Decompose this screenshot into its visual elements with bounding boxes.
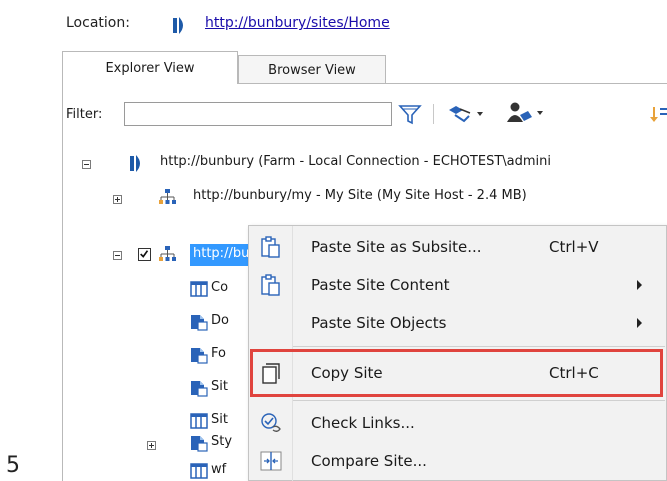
toolbar-separator (433, 104, 434, 124)
tab-label: Browser View (268, 62, 356, 78)
filter-input[interactable] (124, 102, 392, 126)
checkmark-icon (140, 250, 149, 258)
tree-item-my-site[interactable]: http://bunbury/my - My Site (My Site Hos… (193, 188, 527, 203)
tree-collapse-toggle[interactable] (113, 251, 122, 260)
filter-label: Filter: (66, 107, 103, 122)
list-icon (190, 413, 208, 429)
navigate-icon[interactable] (446, 102, 486, 126)
submenu-arrow-icon (637, 280, 642, 290)
menu-item-shortcut: Ctrl+V (549, 238, 599, 256)
library-icon (191, 348, 208, 364)
submenu-arrow-icon (637, 318, 642, 328)
site-checkbox[interactable] (138, 248, 151, 261)
tree-item-child[interactable]: wf (211, 462, 226, 477)
tree-item-child[interactable]: Sty (211, 434, 232, 449)
menu-item-compare-site[interactable]: Compare Site... (249, 442, 666, 480)
sort-icon[interactable] (650, 102, 667, 126)
menu-item-label: Compare Site... (311, 452, 427, 470)
paste-icon (261, 274, 280, 296)
site-icon (159, 189, 176, 204)
tree-expand-toggle[interactable] (147, 441, 156, 450)
library-icon (191, 315, 208, 331)
menu-item-paste-site-content[interactable]: Paste Site Content (249, 266, 666, 304)
menu-item-label: Paste Site as Subsite... (311, 238, 482, 256)
menu-item-label: Check Links... (311, 414, 415, 432)
menu-item-paste-site-as-subsite[interactable]: Paste Site as Subsite... Ctrl+V (249, 228, 666, 266)
highlight-annotation-box (250, 349, 663, 397)
menu-separator (293, 346, 665, 347)
tree-item-farm[interactable]: http://bunbury (Farm - Local Connection … (160, 154, 551, 169)
menu-item-check-links[interactable]: Check Links... (249, 404, 666, 442)
tree-item-child[interactable]: Do (211, 313, 229, 328)
list-icon (190, 463, 208, 479)
menu-item-paste-site-objects[interactable]: Paste Site Objects (249, 304, 666, 342)
menu-item-label: Paste Site Content (311, 276, 450, 294)
filter-funnel-icon[interactable] (397, 102, 423, 126)
location-url-link[interactable]: http://bunbury/sites/Home (205, 15, 390, 31)
tab-explorer-view[interactable]: Explorer View (62, 51, 238, 84)
library-icon (191, 381, 208, 397)
server-icon (130, 155, 140, 172)
tree-collapse-toggle[interactable] (82, 160, 91, 169)
user-search-icon[interactable] (504, 100, 546, 126)
page-corner-number: 5 (6, 453, 20, 478)
compare-icon (260, 451, 282, 471)
tab-label: Explorer View (105, 60, 195, 76)
tree-expand-toggle[interactable] (113, 195, 122, 204)
paste-icon (261, 236, 280, 258)
tab-browser-view[interactable]: Browser View (238, 55, 386, 84)
sharepoint-connection-icon (173, 17, 183, 34)
check-links-icon (261, 413, 281, 432)
location-label: Location: (66, 15, 130, 31)
tree-item-child[interactable]: Sit (211, 379, 228, 394)
site-icon (159, 246, 176, 261)
list-icon (190, 281, 208, 297)
menu-item-label: Paste Site Objects (311, 314, 447, 332)
tree-item-child[interactable]: Sit (211, 412, 228, 427)
tree-item-child[interactable]: Co (211, 280, 228, 295)
menu-separator (293, 400, 665, 401)
tree-item-child[interactable]: Fo (211, 346, 226, 361)
library-icon (191, 436, 208, 452)
